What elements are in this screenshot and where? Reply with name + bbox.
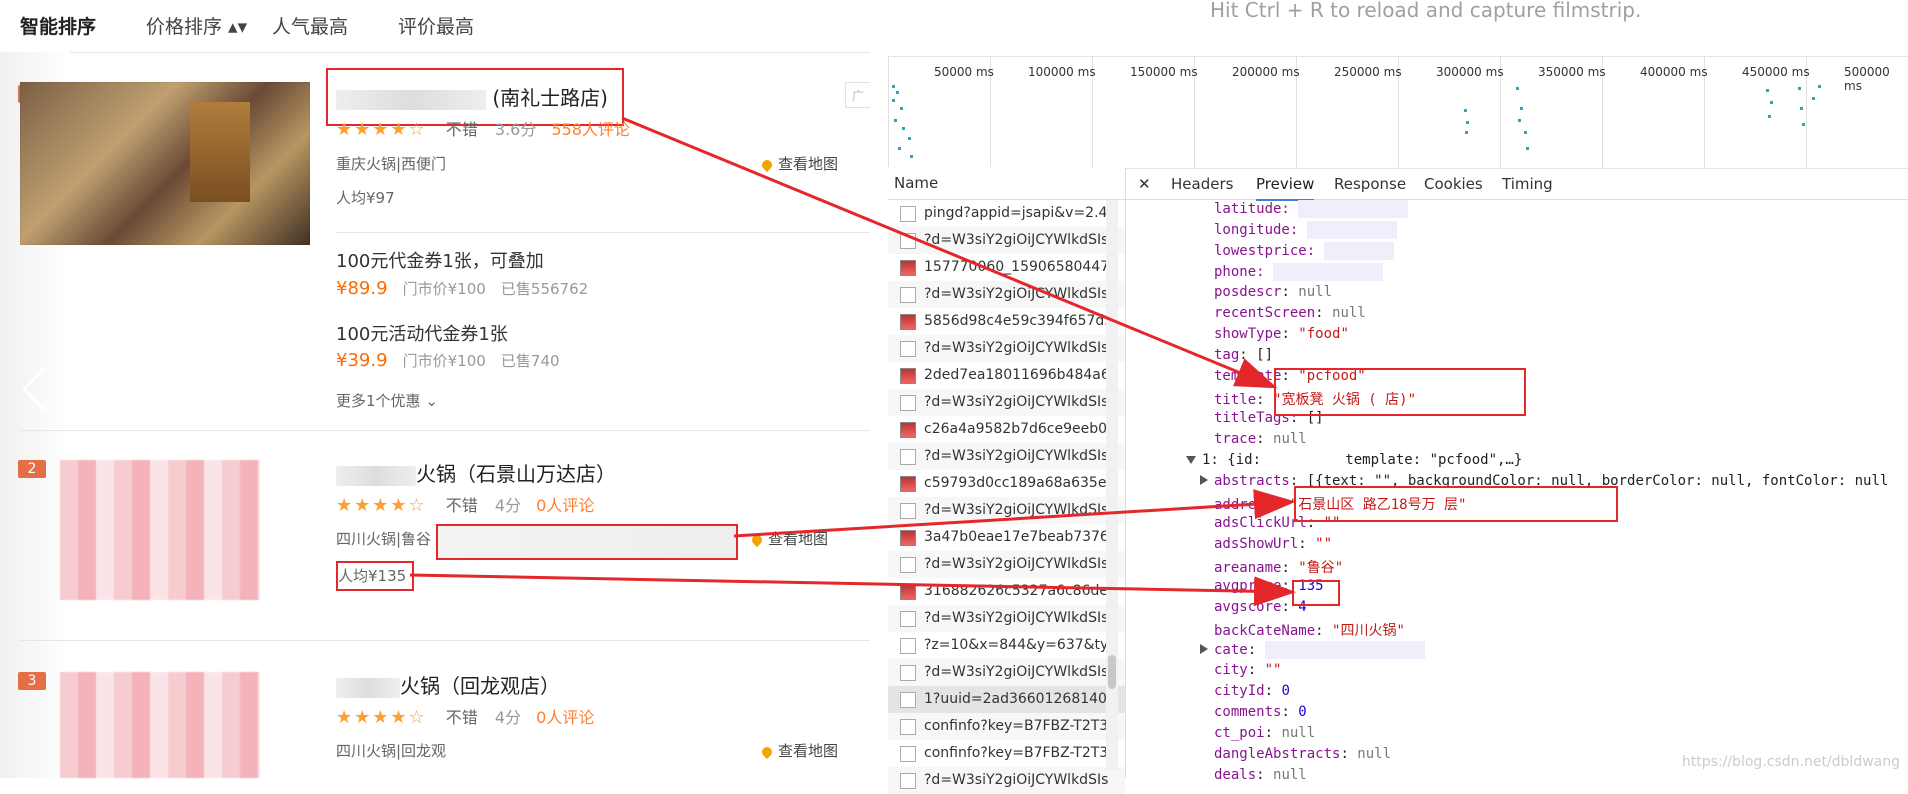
arrow-annotation	[621, 116, 1278, 389]
arrow-annotation	[409, 573, 1296, 607]
arrow-annotation	[733, 489, 1296, 538]
annotation-arrows	[409, 116, 1296, 607]
